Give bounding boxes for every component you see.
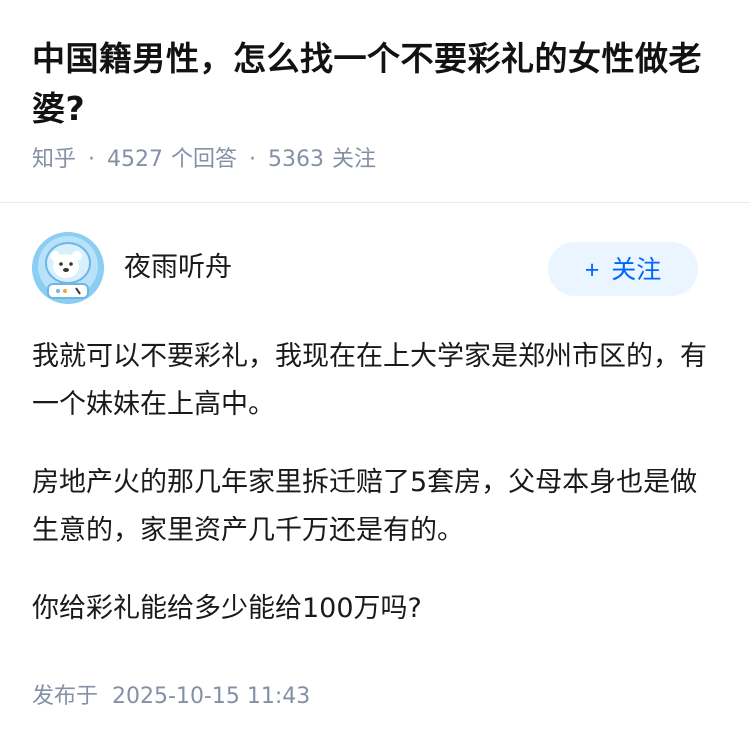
publish-label: 发布于 bbox=[32, 684, 99, 709]
answer-count-label[interactable]: 个回答 bbox=[171, 147, 237, 172]
question-meta: 知乎 · 4527 个回答 · 5363 关注 bbox=[32, 144, 376, 176]
author-row: 夜雨听舟 + 关注 bbox=[32, 232, 718, 308]
follow-button[interactable]: + 关注 bbox=[548, 242, 698, 296]
publish-time-value: 2025-10-15 11:43 bbox=[112, 684, 311, 709]
plus-icon: + bbox=[584, 256, 600, 284]
answer-paragraph: 我就可以不要彩礼，我现在在上大学家是郑州市区的，有一个妹妹在上高中。 bbox=[32, 341, 707, 420]
separator-dot: · bbox=[249, 147, 257, 172]
follow-count: 5363 bbox=[268, 147, 325, 172]
follow-count-label: 关注 bbox=[332, 147, 377, 172]
answer-body: 我就可以不要彩礼，我现在在上大学家是郑州市区的，有一个妹妹在上高中。 房地产火的… bbox=[32, 333, 722, 663]
question-header: 中国籍男性，怎么找一个不要彩礼的女性做老婆? bbox=[32, 34, 722, 134]
section-divider bbox=[0, 202, 750, 203]
separator-dot: · bbox=[88, 147, 96, 172]
publish-time: 发布于 2025-10-15 11:43 bbox=[32, 680, 310, 714]
source-label[interactable]: 知乎 bbox=[32, 147, 76, 172]
author-name[interactable]: 夜雨听舟 bbox=[124, 250, 232, 286]
author-avatar[interactable] bbox=[32, 232, 104, 304]
question-title[interactable]: 中国籍男性，怎么找一个不要彩礼的女性做老婆? bbox=[32, 34, 722, 134]
answer-paragraph: 房地产火的那几年家里拆迁赔了5套房，父母本身也是做生意的，家里资产几千万还是有的… bbox=[32, 467, 698, 546]
answer-paragraph: 你给彩礼能给多少能给100万吗? bbox=[32, 593, 422, 624]
answer-count[interactable]: 4527 bbox=[107, 147, 163, 172]
follow-button-label: 关注 bbox=[611, 256, 662, 284]
polar-bear-avatar-icon bbox=[32, 232, 104, 304]
